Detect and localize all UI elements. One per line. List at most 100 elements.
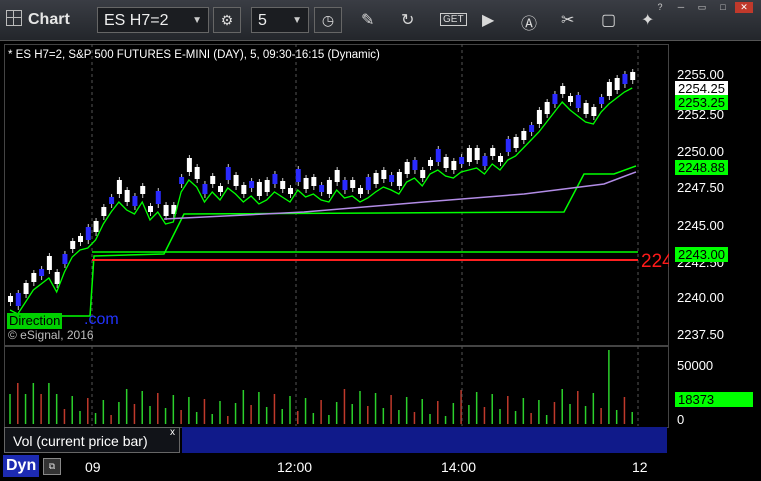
chart-grid-icon	[6, 10, 22, 26]
candle	[606, 82, 612, 96]
candle	[622, 74, 628, 84]
candle	[249, 181, 255, 188]
volume-current-box: 18373	[675, 392, 753, 407]
comment-icon[interactable]: ▢	[601, 10, 616, 30]
candle	[62, 254, 68, 264]
candle	[396, 172, 402, 186]
candle	[256, 182, 262, 196]
watermark: © eSignal, 2016	[8, 328, 94, 342]
dynamic-mode-button[interactable]: Dyn	[3, 455, 39, 477]
volume-study-label[interactable]: Vol (current price bar)	[4, 427, 180, 453]
last-price-box: 2254.25	[675, 81, 728, 96]
candle	[630, 72, 636, 80]
price-label: 2245.00	[677, 218, 724, 233]
clock-icon[interactable]: ◷	[314, 7, 342, 33]
maximize-button[interactable]: □	[714, 2, 732, 13]
candle	[552, 94, 558, 104]
candle	[39, 269, 45, 276]
candle	[451, 161, 457, 170]
ma-slow-box: 2248.88	[675, 160, 728, 175]
candle	[443, 157, 449, 168]
candle	[295, 169, 301, 182]
candle	[46, 256, 52, 270]
volume-canvas[interactable]	[4, 346, 667, 426]
chart-window: Chart ES H7=2 ▼ ⚙ 5 ▼ ◷ ✎ ↻ GET ▶ Ⓐ ✂ ▢ ✦ …	[0, 0, 761, 481]
candle	[560, 86, 566, 94]
play-icon[interactable]: ▶	[482, 10, 494, 30]
price-axis[interactable]: 2255.00 2252.50 2250.00 2247.50 2245.00 …	[671, 44, 761, 344]
price-label: 2255.00	[677, 67, 724, 82]
symbol-field[interactable]: ES H7=2 ▼	[97, 7, 209, 33]
chevron-down-icon[interactable]: ▼	[292, 8, 302, 34]
candle	[70, 241, 76, 249]
candle	[124, 190, 130, 202]
direction-badge-suffix: .com	[84, 311, 119, 328]
candle	[319, 185, 325, 192]
candle	[389, 175, 395, 182]
candle	[218, 186, 223, 192]
refresh-icon[interactable]: ↻	[401, 10, 414, 30]
candle	[334, 170, 340, 182]
tools-icon[interactable]: ✂	[561, 10, 574, 30]
candle	[15, 293, 21, 306]
candle	[575, 95, 581, 108]
fix-icon[interactable]: ⧉	[43, 458, 61, 475]
candle	[381, 170, 387, 179]
candle	[78, 236, 83, 242]
time-label: 12:00	[277, 459, 313, 475]
toolbar: Chart ES H7=2 ▼ ⚙ 5 ▼ ◷ ✎ ↻ GET ▶ Ⓐ ✂ ▢ ✦ …	[0, 0, 761, 41]
candle	[54, 272, 60, 284]
candle	[288, 188, 293, 194]
minimize-button[interactable]: ─	[672, 2, 690, 13]
settings-gear-icon[interactable]: ⚙	[213, 7, 241, 33]
candle	[404, 162, 410, 174]
candle	[85, 227, 91, 240]
candle	[435, 149, 441, 162]
candle	[614, 78, 620, 90]
candle	[8, 296, 13, 302]
volume-axis[interactable]: 50000 18373 0	[671, 346, 761, 427]
close-icon[interactable]: x	[170, 427, 175, 438]
level-box: 2243.00	[675, 247, 728, 262]
candle	[428, 160, 433, 166]
help-button[interactable]: ?	[651, 2, 669, 13]
red-level-label: 224	[641, 251, 669, 272]
candle	[132, 196, 138, 206]
candle	[140, 186, 146, 194]
direction-badge: Direction	[7, 313, 63, 329]
restore-button[interactable]: ▭	[693, 2, 711, 13]
interval-field[interactable]: 5 ▼	[251, 7, 309, 33]
volume-axis-label: 50000	[677, 358, 714, 373]
candle	[544, 102, 550, 114]
alert-icon[interactable]: Ⓐ	[521, 10, 537, 34]
candle	[272, 174, 278, 184]
candle	[23, 283, 29, 294]
candle	[591, 107, 597, 116]
candle	[420, 170, 426, 178]
get-icon[interactable]: GET	[440, 13, 467, 26]
close-button[interactable]: ✕	[735, 2, 753, 13]
candle	[241, 185, 247, 194]
pencil-icon[interactable]: ✎	[361, 10, 374, 30]
candle	[358, 188, 363, 194]
candle	[482, 156, 488, 166]
time-label: 09	[85, 459, 101, 475]
time-label: 12	[632, 459, 648, 475]
twitter-icon[interactable]: ✦	[641, 10, 654, 30]
time-label: 14:00	[441, 459, 477, 475]
candle	[373, 173, 379, 184]
candle	[459, 157, 465, 164]
candle	[529, 125, 535, 132]
candle	[202, 184, 208, 194]
candle	[186, 158, 192, 172]
candle	[31, 273, 37, 282]
candle	[155, 191, 161, 204]
study-bar	[182, 427, 667, 453]
price-chart-canvas[interactable]	[4, 44, 667, 344]
candle	[225, 167, 231, 180]
candle	[303, 178, 309, 189]
candle	[521, 131, 527, 140]
candle	[474, 148, 480, 160]
volume-axis-label: 0	[677, 412, 685, 427]
chevron-down-icon[interactable]: ▼	[192, 8, 202, 34]
